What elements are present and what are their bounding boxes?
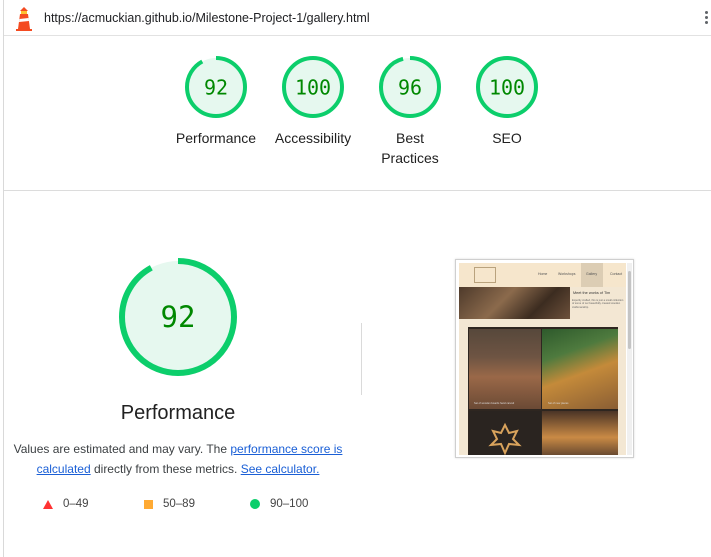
thumbnail-gallery-image <box>469 329 541 409</box>
thumbnail-nav-item: Workshops <box>558 272 576 276</box>
legend-range: 50–89 <box>163 498 195 510</box>
thumbnail-scrollbar <box>627 263 632 455</box>
see-calculator-link[interactable]: See calculator. <box>241 462 320 476</box>
triangle-icon <box>43 499 53 509</box>
thumbnail-gallery-image <box>469 411 541 455</box>
url-bar: https://acmuckian.github.io/Milestone-Pr… <box>4 0 711 36</box>
note-text: Values are estimated and may vary. The <box>13 442 231 456</box>
gauge-ring-icon: 96 <box>379 56 441 118</box>
lighthouse-icon <box>15 7 33 31</box>
vertical-divider <box>361 323 362 395</box>
performance-score: 92 <box>161 300 196 334</box>
gauge-score: 96 <box>398 76 422 100</box>
gauge-accessibility[interactable]: 100 Accessibility <box>263 55 363 148</box>
legend-fail: 0–49 <box>43 496 89 512</box>
thumbnail-heading: Meet the works of Tim <box>573 291 611 295</box>
gauge-label: SEO <box>492 130 522 146</box>
legend-range: 90–100 <box>270 498 309 510</box>
note-text: directly from these metrics. <box>90 462 241 476</box>
circle-icon <box>250 499 260 509</box>
gauge-score: 92 <box>204 76 228 100</box>
star-ornament-icon <box>488 422 522 455</box>
section-divider <box>4 190 711 191</box>
left-border <box>3 0 4 557</box>
thumbnail-nav-item: Home <box>538 272 548 276</box>
performance-note: Values are estimated and may vary. The p… <box>12 439 344 479</box>
thumbnail-caption: Set of wooden boards hand carved <box>474 402 515 405</box>
gauge-ring-icon: 100 <box>282 56 344 118</box>
square-icon <box>144 499 153 509</box>
legend-range: 0–49 <box>63 498 89 510</box>
thumbnail-nav-item: Gallery <box>586 272 598 276</box>
thumbnail-gallery-image <box>542 329 618 409</box>
legend-pass: 90–100 <box>250 496 308 512</box>
performance-gauge: 92 <box>117 256 239 378</box>
thumbnail-gallery: Set of wooden boards hand carved Set of … <box>468 327 618 455</box>
gauge-seo[interactable]: 100 SEO <box>457 55 557 148</box>
gauge-score: 100 <box>489 76 525 100</box>
thumbnail-logo <box>474 267 496 283</box>
legend-average: 50–89 <box>144 496 195 512</box>
thumbnail-gallery-image <box>542 411 618 455</box>
gauge-label: Accessibility <box>274 130 352 146</box>
thumbnail-page: Home Workshops Gallery Contact Meet the … <box>459 263 626 455</box>
thumbnail-hero-image <box>459 287 570 319</box>
gauge-label: Best Practices <box>381 130 439 166</box>
kebab-menu-icon[interactable] <box>703 11 709 27</box>
gauge-score: 100 <box>295 76 331 100</box>
gauge-best-practices[interactable]: 96 Best Practices <box>360 55 460 168</box>
gauge-label: Performance <box>175 130 257 146</box>
performance-title: Performance <box>120 402 236 424</box>
thumbnail-nav-item: Contact <box>610 272 623 276</box>
gauge-performance[interactable]: 92 Performance <box>166 55 266 148</box>
gauge-ring-icon: 100 <box>476 56 538 118</box>
gauge-ring-icon: 92 <box>185 56 247 118</box>
report-url: https://acmuckian.github.io/Milestone-Pr… <box>44 11 370 25</box>
big-gauge-ring-icon: 92 <box>119 258 237 376</box>
thumbnail-caption: Set of new pieces <box>548 402 569 405</box>
final-screenshot-thumbnail[interactable]: Home Workshops Gallery Contact Meet the … <box>455 259 634 458</box>
thumbnail-paragraph: Expertly crafted, this is just a small c… <box>572 299 624 309</box>
